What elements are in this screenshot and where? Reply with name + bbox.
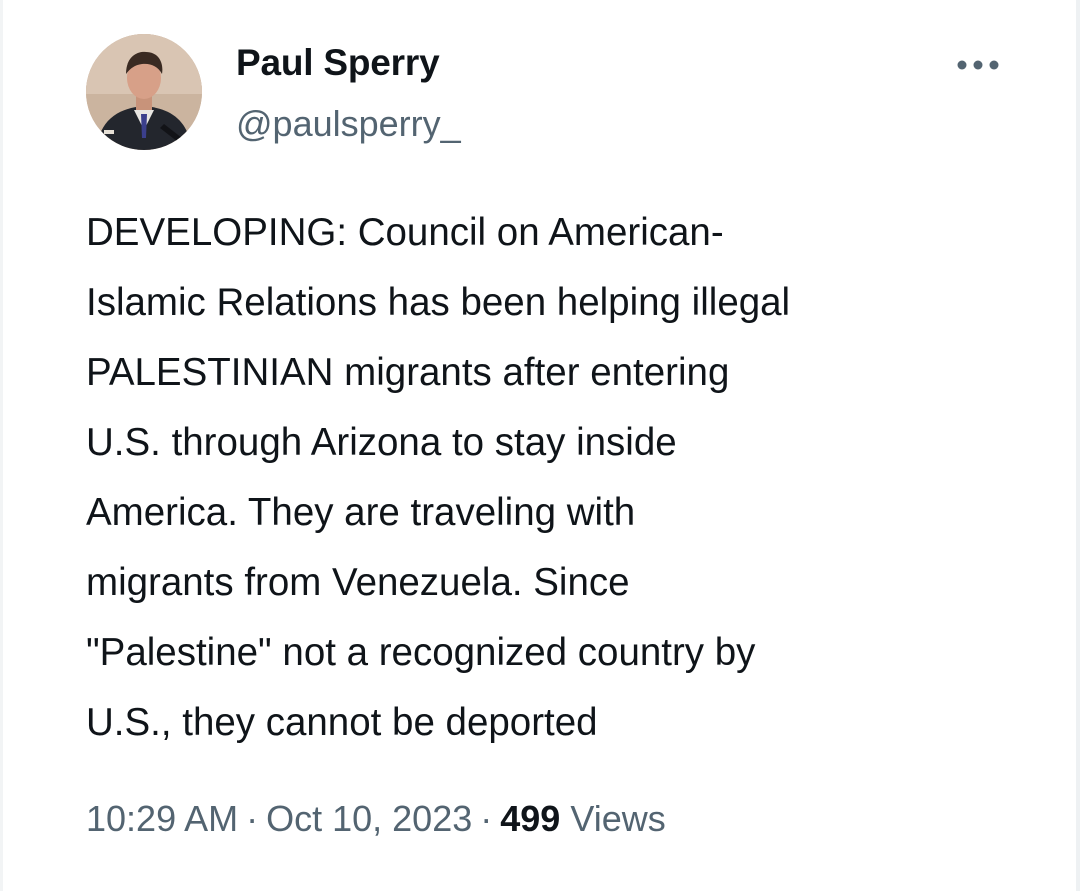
tweet-text-line: migrants from Venezuela. Since bbox=[86, 561, 630, 604]
tweet-text-line: Islamic Relations has been helping illeg… bbox=[86, 281, 791, 324]
tweet-date[interactable]: Oct 10, 2023 bbox=[266, 798, 472, 839]
tweet-text-line: America. They are traveling with bbox=[86, 491, 636, 534]
author-name[interactable]: Paul Sperry bbox=[236, 42, 440, 84]
tweet-meta: 10:29 AM · Oct 10, 2023 · 499 Views bbox=[86, 798, 666, 840]
avatar[interactable] bbox=[86, 34, 202, 150]
tweet-time[interactable]: 10:29 AM bbox=[86, 798, 238, 839]
more-horizontal-icon bbox=[957, 60, 999, 70]
tweet-text-line: U.S. through Arizona to stay inside bbox=[86, 421, 677, 464]
tweet-text-line: "Palestine" not a recognized country by bbox=[86, 631, 756, 674]
meta-separator: · bbox=[246, 798, 259, 839]
card-right-edge bbox=[1076, 0, 1080, 891]
tweet-card: Paul Sperry @paulsperry_ DEVELOPING: Cou… bbox=[0, 0, 1080, 891]
tweet-text-line: U.S., they cannot be deported bbox=[86, 701, 598, 744]
more-options-button[interactable] bbox=[948, 48, 1008, 82]
views-count[interactable]: 499 bbox=[500, 798, 560, 839]
tweet-text: DEVELOPING: Council on American- Islamic… bbox=[86, 198, 1026, 758]
profile-photo-icon bbox=[86, 34, 202, 150]
tweet-text-line: PALESTINIAN migrants after entering bbox=[86, 351, 730, 394]
author-handle[interactable]: @paulsperry_ bbox=[236, 103, 461, 145]
tweet-text-line: DEVELOPING: Council on American- bbox=[86, 211, 724, 254]
meta-separator: · bbox=[480, 798, 493, 839]
views-label: Views bbox=[570, 798, 666, 839]
card-left-edge bbox=[0, 0, 3, 891]
